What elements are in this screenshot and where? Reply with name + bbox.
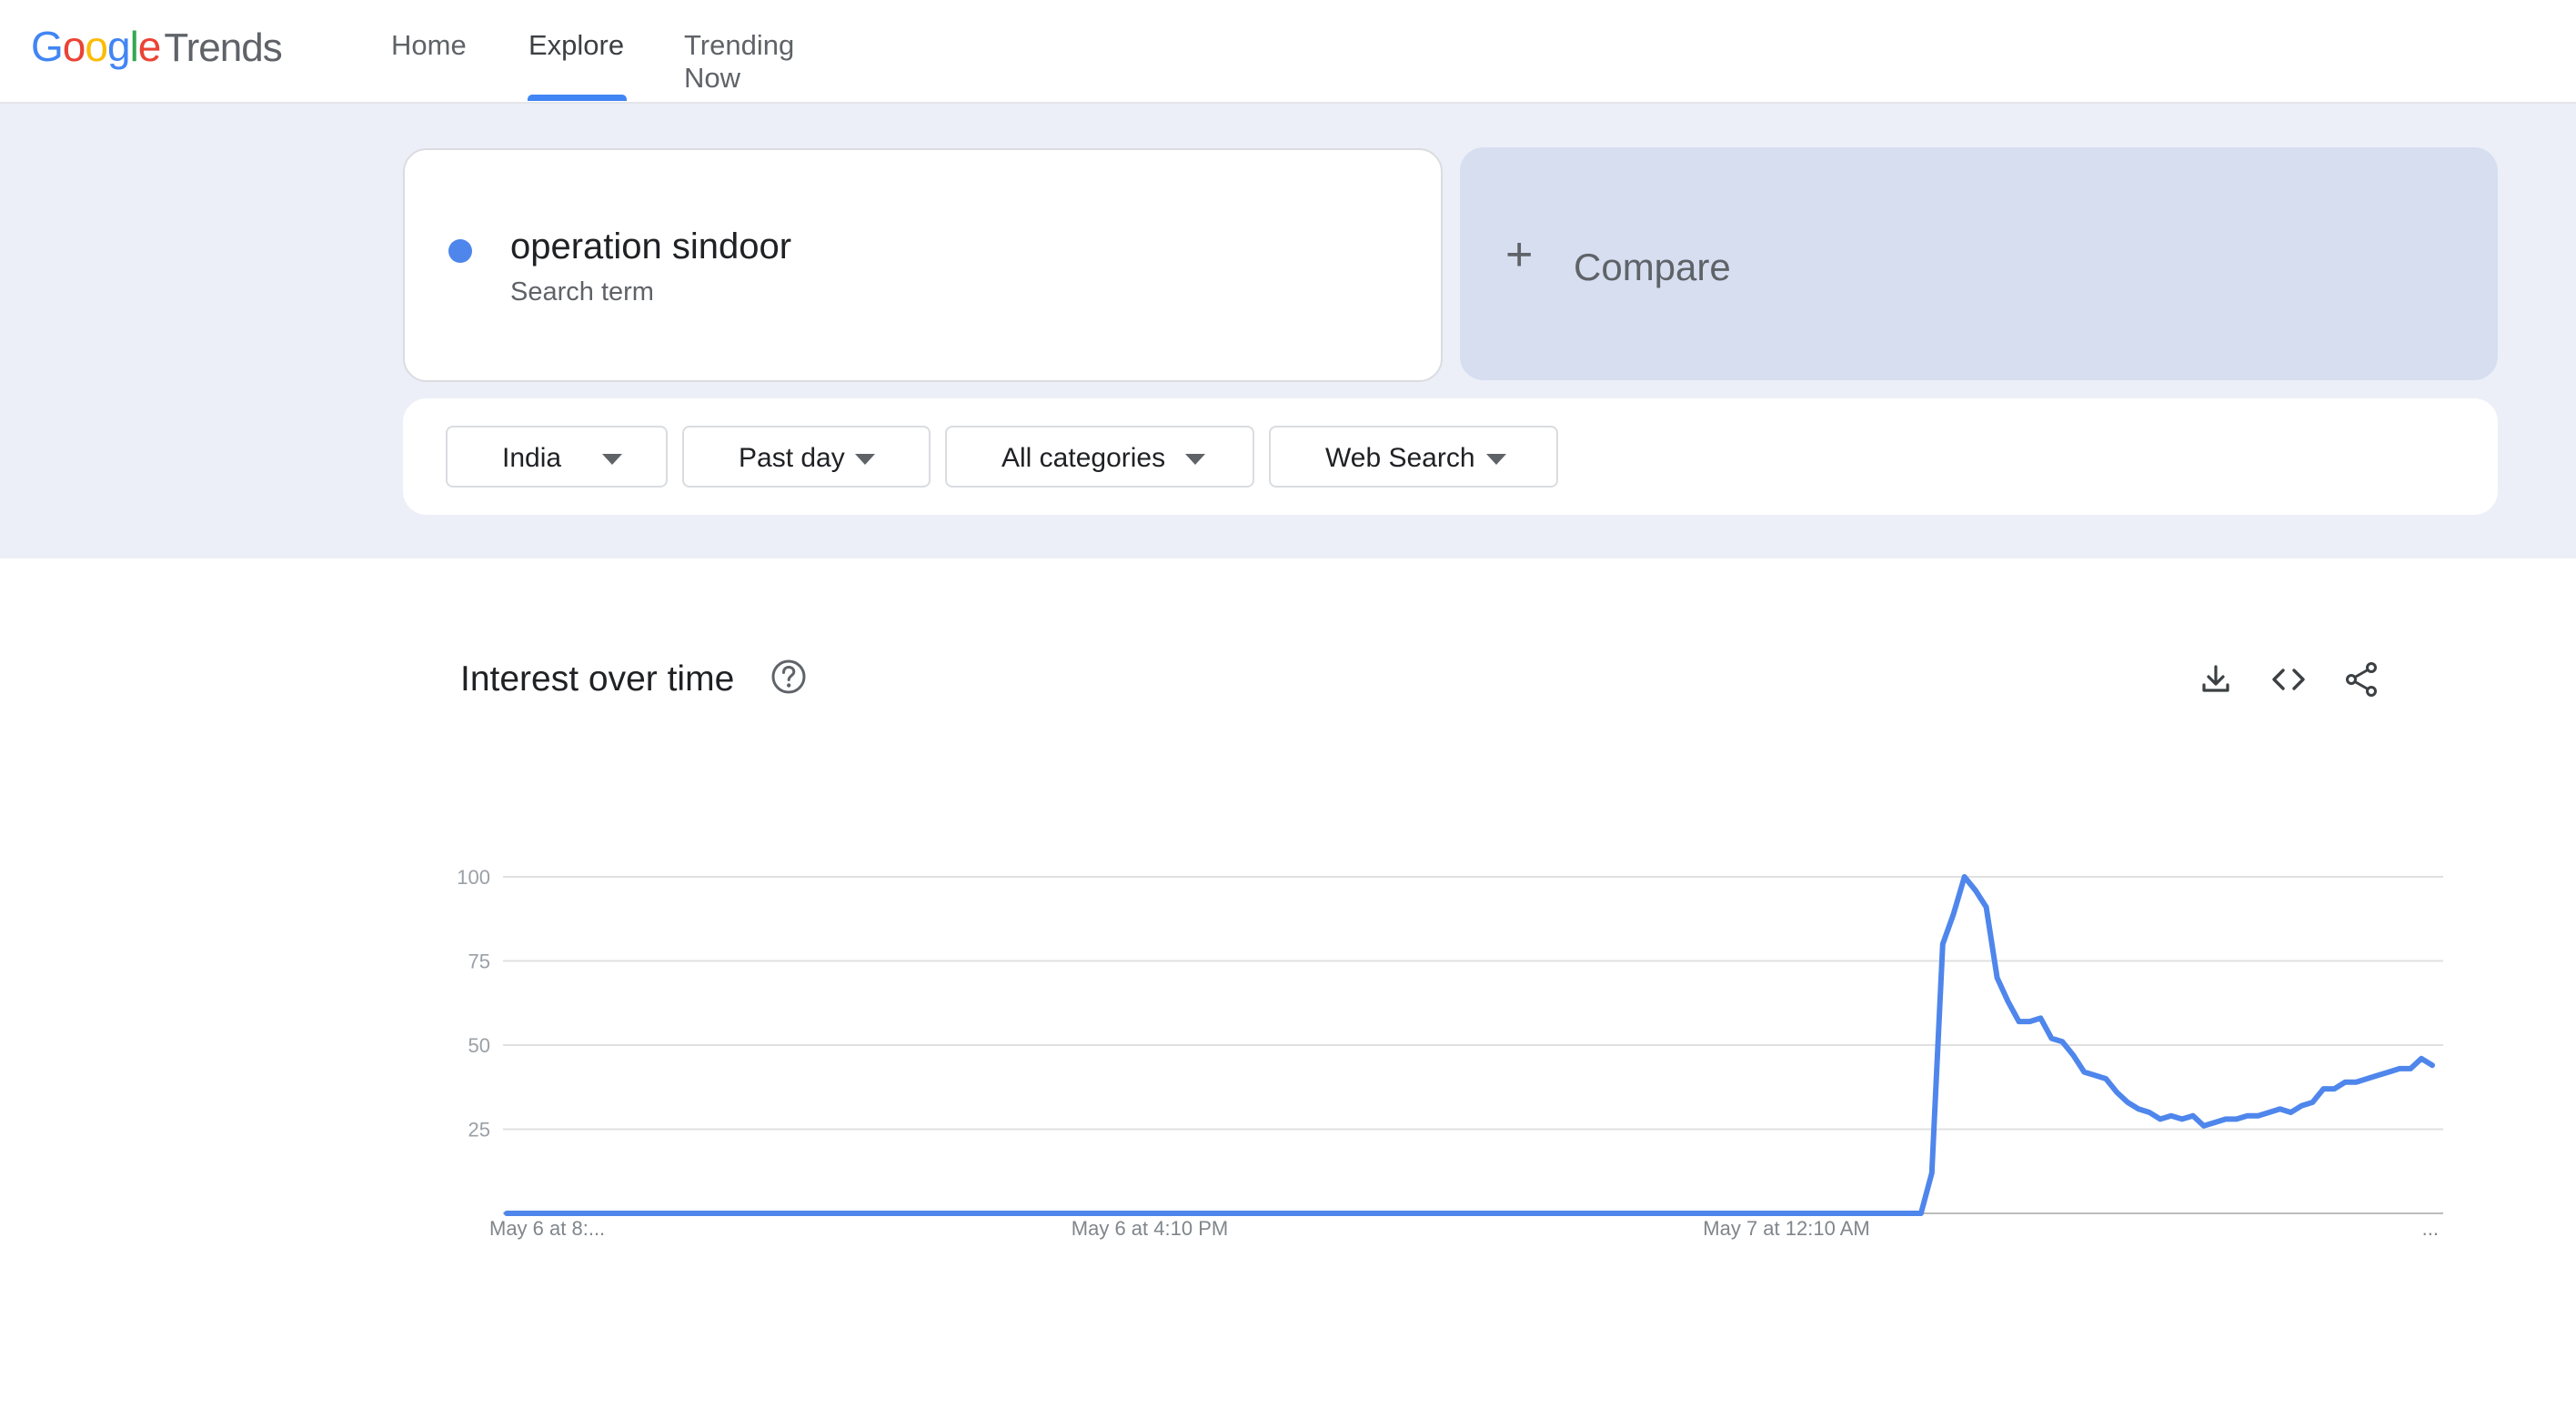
logo-letter: g bbox=[106, 23, 131, 70]
logo-letter: o bbox=[62, 23, 86, 70]
caret-down-icon bbox=[855, 454, 875, 465]
logo-letter: G bbox=[31, 23, 64, 70]
nav-trending-now[interactable]: Trending Now bbox=[684, 29, 794, 95]
nav-explore[interactable]: Explore bbox=[528, 29, 624, 62]
search-term-name[interactable]: operation sindoor bbox=[510, 226, 791, 267]
x-tick-label: May 6 at 8:... bbox=[489, 1217, 605, 1240]
series-color-dot bbox=[448, 239, 472, 263]
y-tick-label: 100 bbox=[457, 866, 490, 889]
logo-letter: o bbox=[85, 23, 108, 70]
filter-category-label: All categories bbox=[1001, 443, 1166, 473]
active-tab-indicator bbox=[528, 95, 627, 101]
logo-google-text: Google bbox=[31, 22, 162, 71]
plus-icon: + bbox=[1505, 228, 1534, 281]
compare-button[interactable]: + Compare bbox=[1460, 147, 2498, 380]
chart-gridlines bbox=[503, 876, 2443, 1214]
nav-home[interactable]: Home bbox=[391, 29, 467, 62]
chart-y-axis: 25 50 75 100 bbox=[457, 866, 490, 1141]
y-tick-label: 25 bbox=[468, 1119, 490, 1141]
interest-over-time-card: Interest over time 25 50 75 100 May 6 at 8:… bbox=[403, 605, 2498, 1373]
logo-letter: e bbox=[137, 23, 162, 70]
search-term-card[interactable]: operation sindoor Search term bbox=[403, 148, 1443, 382]
y-tick-label: 75 bbox=[468, 950, 490, 973]
logo-trends-text: Trends bbox=[164, 25, 282, 70]
top-app-bar: Google Trends Home Explore Trending Now bbox=[0, 0, 2576, 104]
filter-location-label: India bbox=[502, 443, 562, 473]
logo-letter: l bbox=[129, 23, 139, 70]
x-tick-label: May 7 at 12:10 AM bbox=[1703, 1217, 1869, 1240]
filter-location-dropdown[interactable]: India bbox=[446, 426, 668, 488]
x-tick-label: May 6 at 4:10 PM bbox=[1072, 1217, 1228, 1240]
caret-down-icon bbox=[1185, 454, 1205, 465]
filter-category-dropdown[interactable]: All categories bbox=[945, 426, 1254, 488]
filter-time-dropdown[interactable]: Past day bbox=[682, 426, 931, 488]
filter-time-label: Past day bbox=[739, 443, 845, 473]
y-tick-label: 50 bbox=[468, 1034, 490, 1057]
filter-search-type-label: Web Search bbox=[1325, 443, 1475, 473]
x-tick-label: ... bbox=[2422, 1217, 2439, 1240]
filters-bar: India Past day All categories Web Search bbox=[403, 398, 2498, 515]
caret-down-icon bbox=[1486, 454, 1506, 465]
filter-search-type-dropdown[interactable]: Web Search bbox=[1269, 426, 1558, 488]
search-term-type: Search term bbox=[510, 277, 654, 307]
caret-down-icon bbox=[602, 454, 622, 465]
google-trends-logo[interactable]: Google Trends bbox=[31, 22, 283, 76]
interest-over-time-chart[interactable]: 25 50 75 100 May 6 at 8:... May 6 at 4:10 PM… bbox=[403, 605, 2498, 1373]
compare-label: Compare bbox=[1574, 246, 1731, 288]
chart-x-axis: May 6 at 8:... May 6 at 4:10 PM May 7 at 1… bbox=[489, 1217, 2439, 1240]
